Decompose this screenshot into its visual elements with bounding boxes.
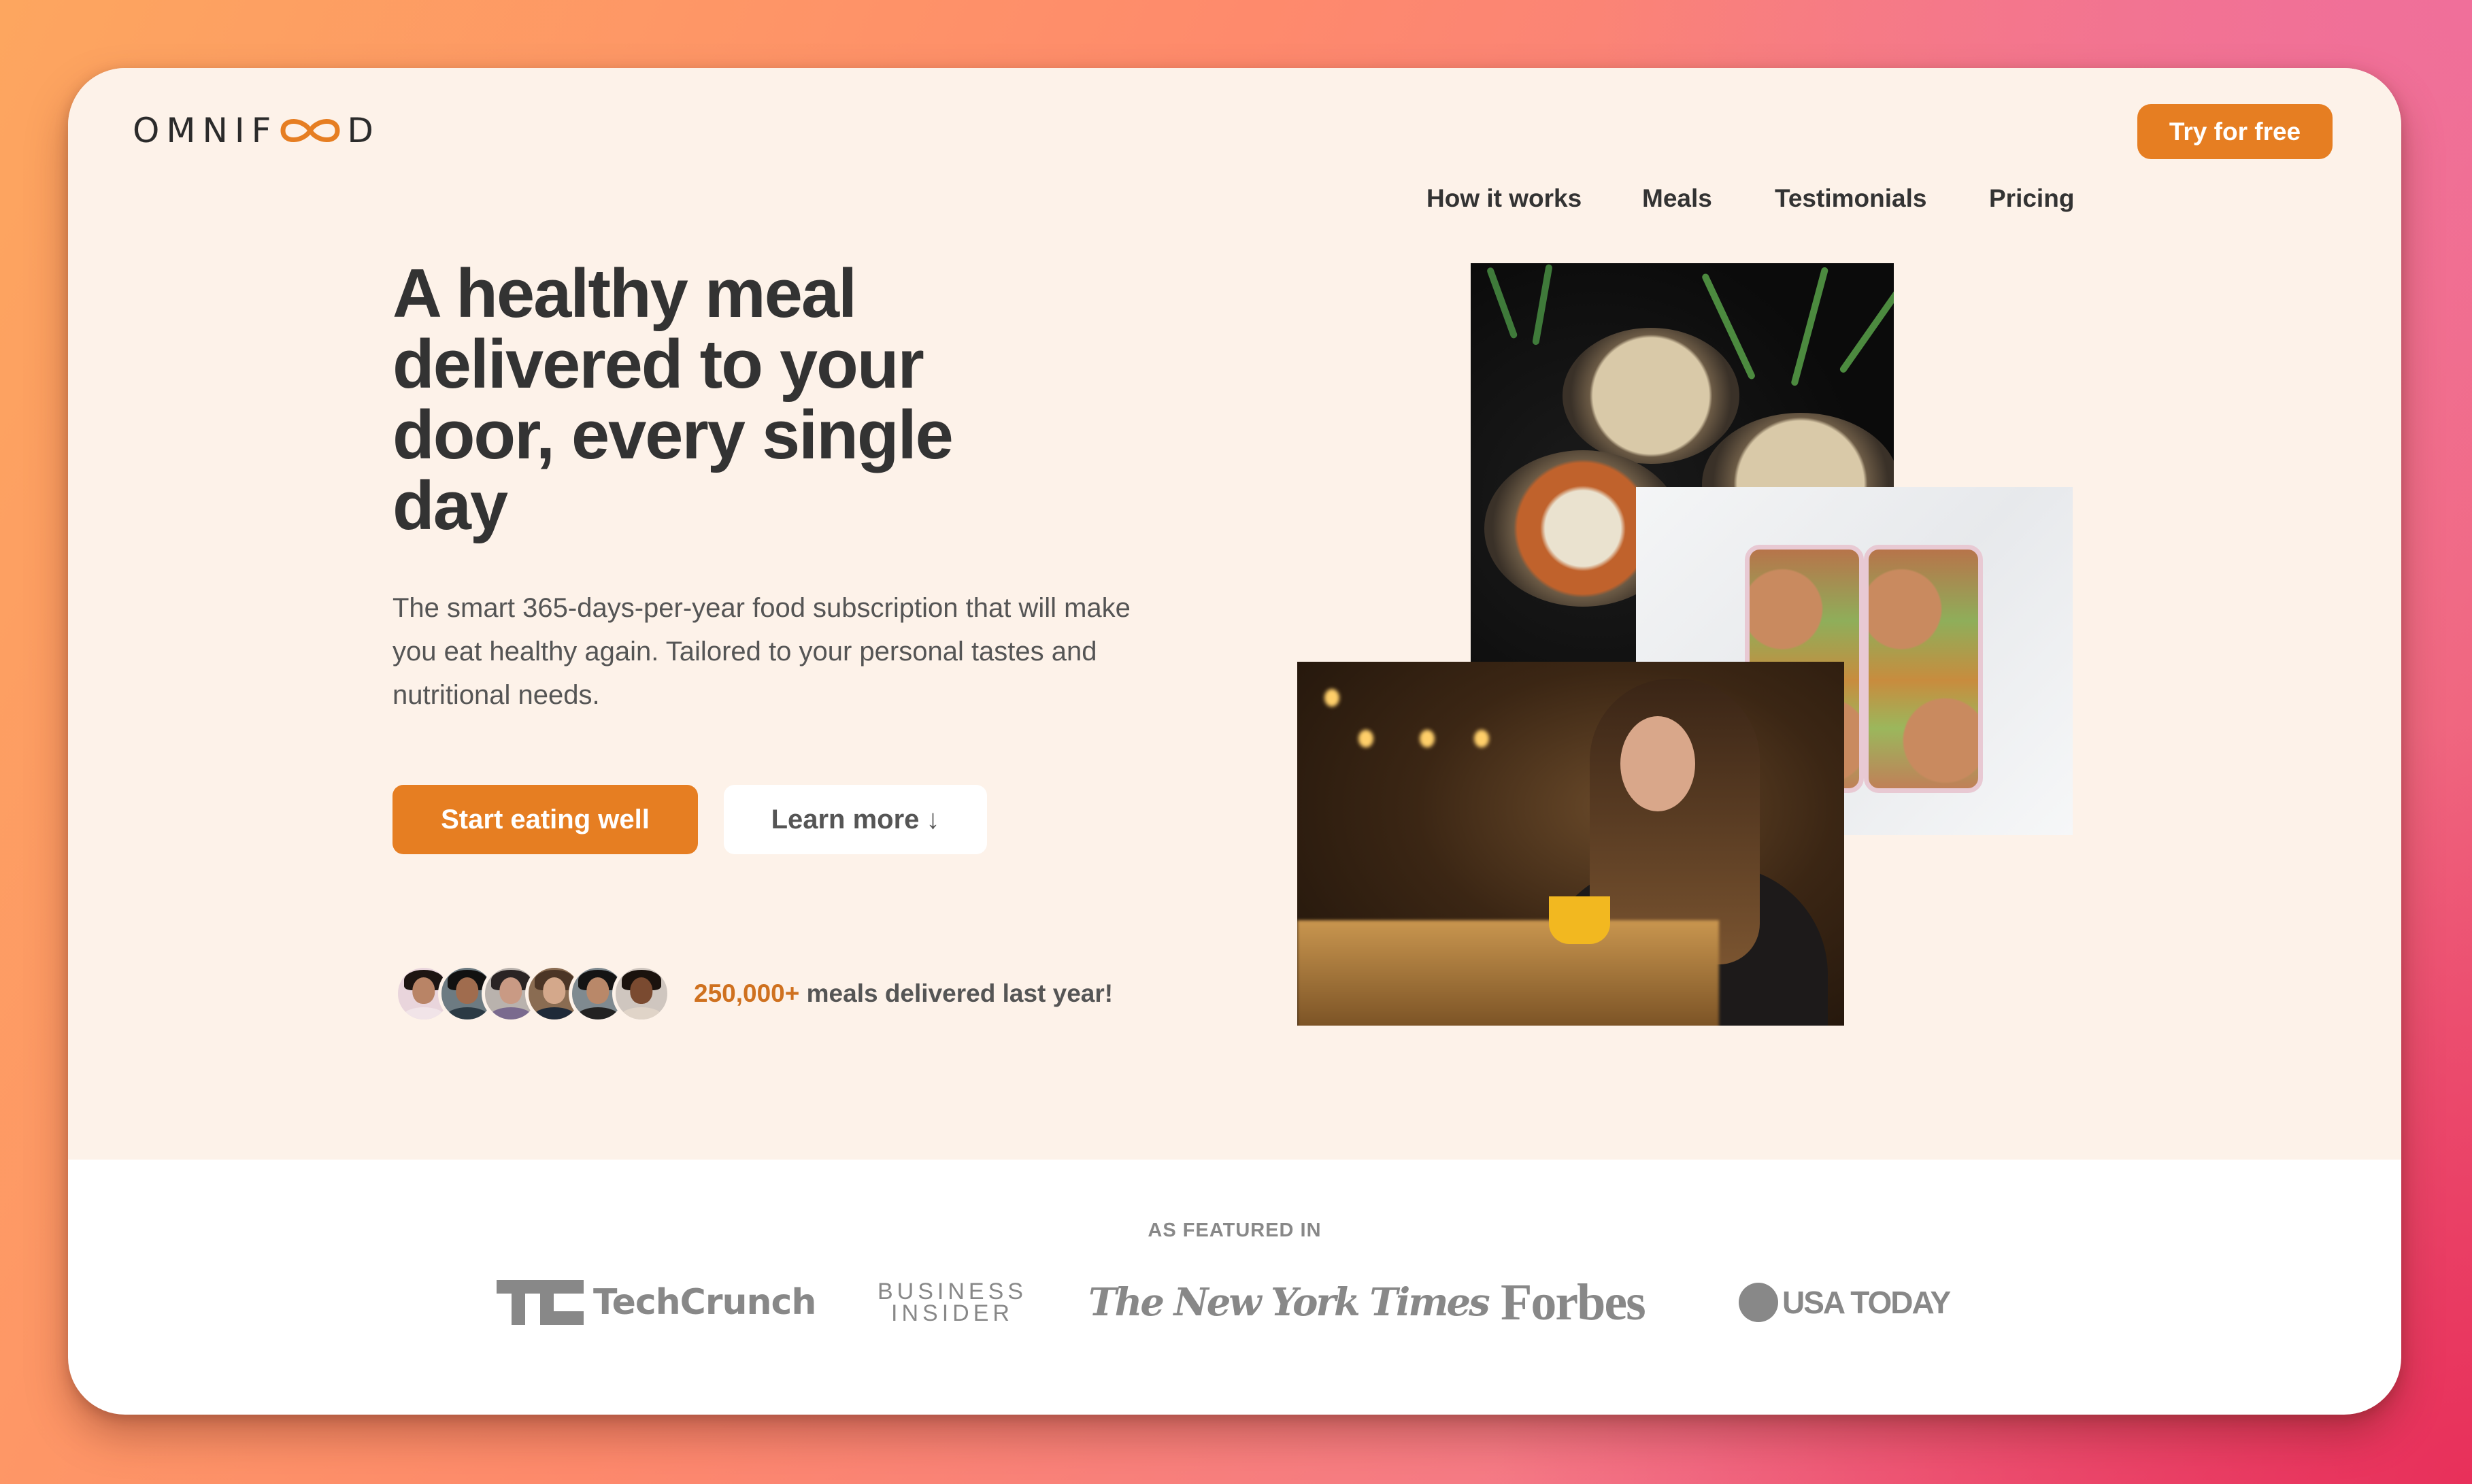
- nav-link-pricing[interactable]: Pricing: [1989, 181, 2074, 216]
- nytimes-logo: The New York Times: [1088, 1265, 1490, 1340]
- nytimes-text: The New York Times: [1088, 1280, 1490, 1325]
- usa-today-logo: USA TODAY: [1739, 1265, 1951, 1340]
- featured-in-title: AS FEATURED IN: [1148, 1219, 1322, 1241]
- nav-link-meals[interactable]: Meals: [1642, 181, 1712, 216]
- delivered-text: 250,000+ meals delivered last year!: [694, 979, 1113, 1008]
- nav-link-testimonials[interactable]: Testimonials: [1775, 181, 1926, 216]
- arrow-down-icon: ↓: [926, 804, 940, 834]
- forbes-text: Forbes: [1501, 1273, 1646, 1331]
- learn-more-label: Learn more: [771, 804, 920, 834]
- usa-today-text: USA TODAY: [1782, 1285, 1951, 1320]
- try-for-free-button[interactable]: Try for free: [2137, 104, 2333, 159]
- avatar: [612, 964, 671, 1023]
- hero-section: OMNIF D How it works Meals Testimonials …: [68, 68, 2401, 1160]
- forbes-logo: Forbes: [1501, 1265, 1646, 1340]
- delivered-meals: 250,000+ meals delivered last year!: [395, 964, 1113, 1023]
- hero-description: The smart 365-days-per-year food subscri…: [392, 593, 1131, 710]
- business-insider-line1: BUSINESS: [878, 1279, 1027, 1304]
- press-logos: TechCrunch BUSINESS INSIDER The New York…: [68, 1265, 2401, 1340]
- nav-link-how-it-works[interactable]: How it works: [1426, 181, 1582, 216]
- business-insider-logo: BUSINESS INSIDER: [878, 1265, 1027, 1340]
- customer-avatars: [395, 964, 671, 1023]
- start-eating-well-button[interactable]: Start eating well: [392, 785, 698, 854]
- techcrunch-logo: TechCrunch: [497, 1265, 816, 1340]
- usa-today-dot-icon: [1739, 1283, 1778, 1322]
- business-insider-line2: INSIDER: [891, 1300, 1014, 1326]
- techcrunch-text: TechCrunch: [593, 1282, 816, 1323]
- woman-eating-photo: [1297, 662, 1844, 1026]
- learn-more-button[interactable]: Learn more ↓: [724, 785, 987, 854]
- delivered-label: meals delivered last year!: [806, 979, 1114, 1007]
- logo[interactable]: OMNIF D: [133, 109, 380, 152]
- logo-text-start: OMNIF: [133, 111, 278, 150]
- delivered-count: 250,000+: [694, 979, 800, 1007]
- techcrunch-mark-icon: [497, 1280, 584, 1325]
- hero-headline: A healthy meal delivered to your door, e…: [392, 256, 954, 544]
- infinity-icon: [280, 119, 340, 142]
- page-window: OMNIF D How it works Meals Testimonials …: [68, 68, 2401, 1415]
- logo-text-end: D: [347, 111, 380, 150]
